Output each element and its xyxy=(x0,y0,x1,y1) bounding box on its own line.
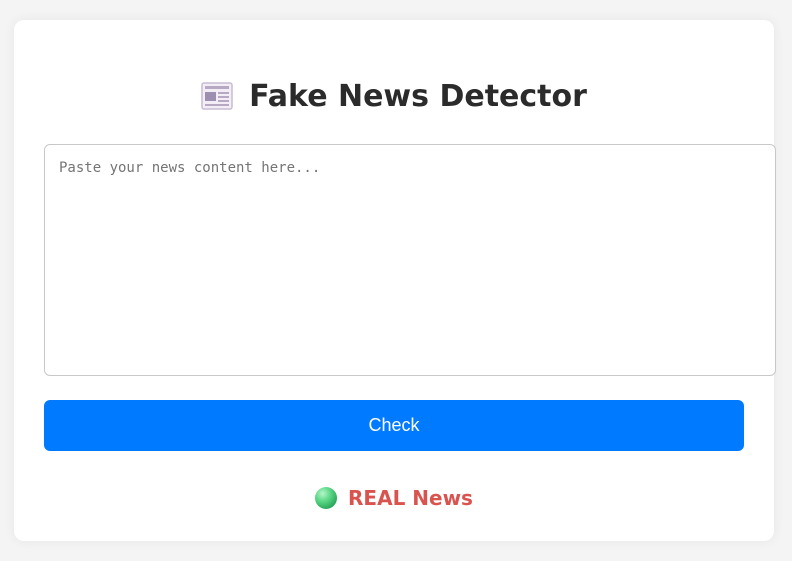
result-label: REAL News xyxy=(348,486,473,510)
page-title: Fake News Detector xyxy=(249,78,587,114)
news-content-input[interactable] xyxy=(44,144,776,376)
green-circle-icon xyxy=(315,487,338,509)
result-area: REAL News xyxy=(14,484,774,512)
newspaper-icon xyxy=(201,82,233,110)
check-button[interactable]: Check xyxy=(44,400,744,451)
header: Fake News Detector xyxy=(14,76,774,116)
detector-card: Fake News Detector Check REAL News xyxy=(14,20,776,541)
